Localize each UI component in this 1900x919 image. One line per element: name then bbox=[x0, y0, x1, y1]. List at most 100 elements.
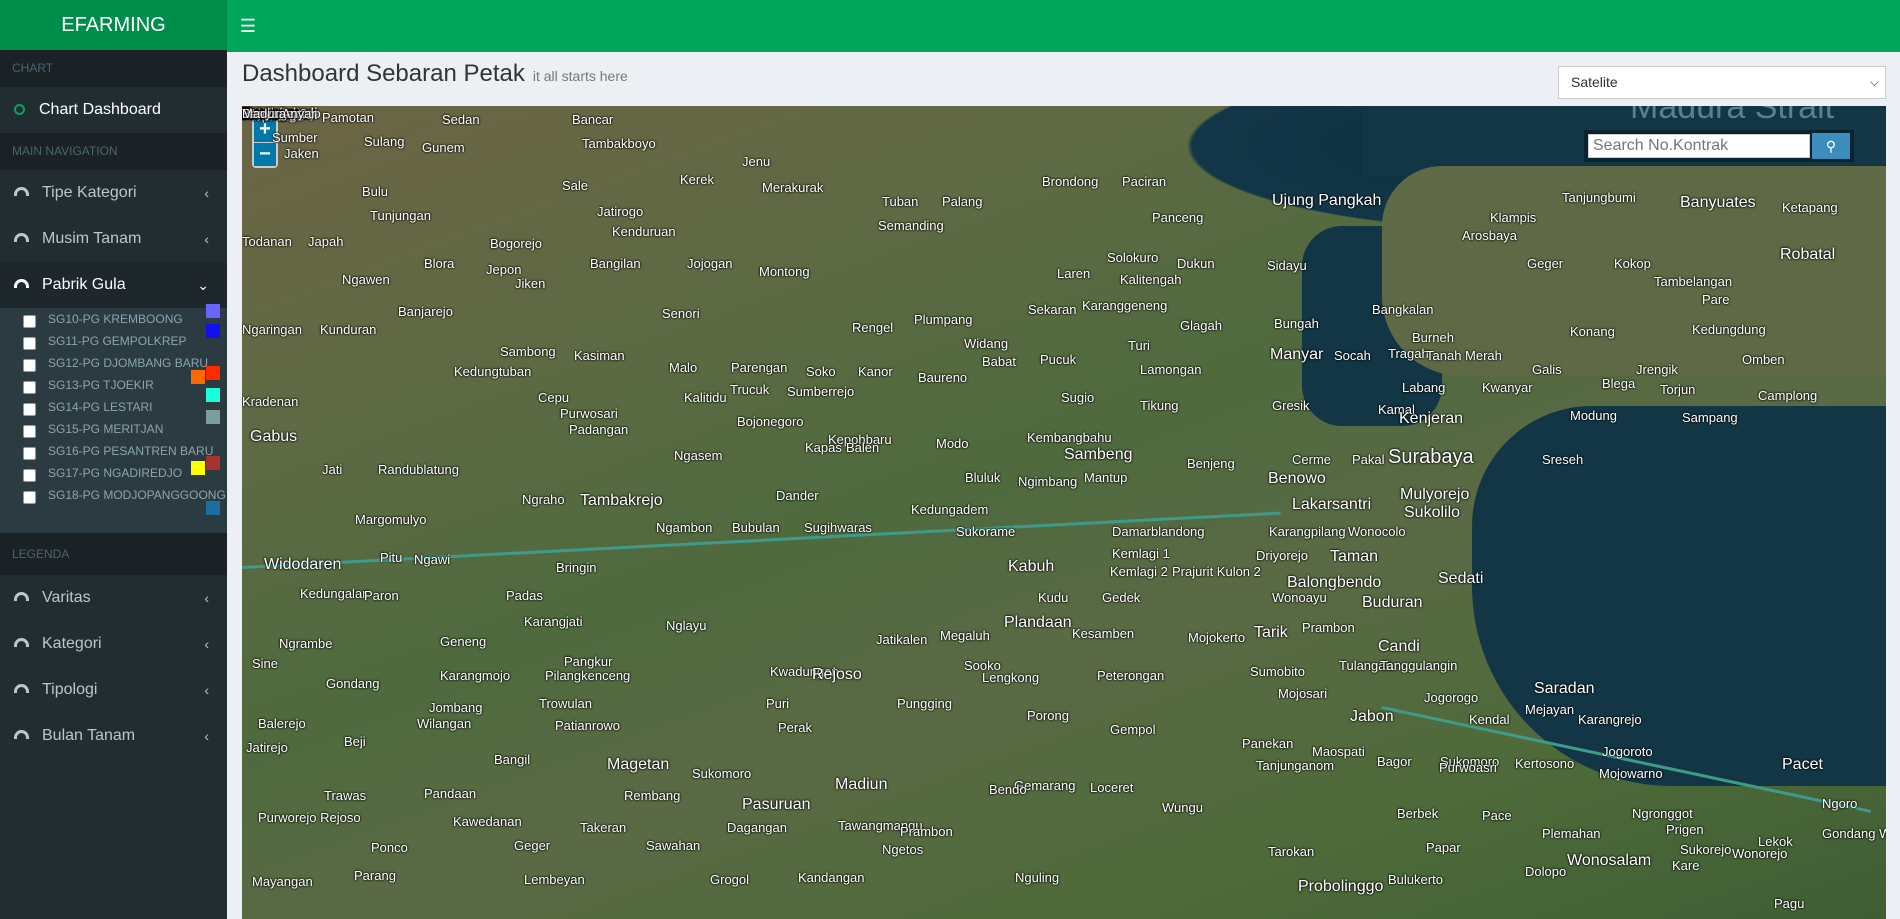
checkbox[interactable] bbox=[23, 381, 36, 394]
sidebar-item-kategori[interactable]: Kategori ‹ bbox=[0, 621, 227, 667]
sidebar-item-chart-dashboard[interactable]: Chart Dashboard bbox=[0, 87, 227, 133]
map-place-label: Lakarsantri bbox=[1292, 496, 1372, 513]
sidebar-item-tipologi[interactable]: Tipologi ‹ bbox=[0, 667, 227, 713]
map-type-select[interactable]: Satelite ⌵ bbox=[1558, 66, 1886, 99]
map-place-label: Jaken bbox=[284, 146, 319, 161]
map-place-label: Sambeng bbox=[1064, 446, 1133, 463]
map-place-label: Pucuk bbox=[1040, 352, 1077, 367]
zoom-out-button[interactable]: − bbox=[254, 142, 276, 166]
sidebar-item-pabrik-gula[interactable]: Pabrik Gula ⌄ bbox=[0, 262, 227, 308]
map-place-label: Kwanyar bbox=[1482, 380, 1533, 395]
circle-icon bbox=[14, 104, 25, 115]
map-place-label: Sukomoro bbox=[692, 766, 752, 781]
sidebar-item-label: Musim Tanam bbox=[42, 230, 142, 247]
map-place-label: Perak bbox=[778, 720, 812, 735]
color-swatch bbox=[191, 370, 205, 384]
chevron-left-icon: ‹ bbox=[204, 682, 209, 698]
sidebar-item-tipe-kategori[interactable]: Tipe Kategori ‹ bbox=[0, 170, 227, 216]
map-place-label: Gresik bbox=[1272, 398, 1310, 413]
chevron-left-icon: ‹ bbox=[204, 590, 209, 606]
map-place-label: Lengkong bbox=[982, 670, 1040, 685]
map-place-label: Kandangan bbox=[798, 870, 865, 885]
sidebar-item-bulan-tanam[interactable]: Bulan Tanam ‹ bbox=[0, 713, 227, 759]
map-place-label: Torjun bbox=[1660, 382, 1696, 397]
map-place-label: Panceng bbox=[1152, 210, 1204, 225]
map-place-label: Jepon bbox=[486, 262, 522, 277]
map-place-label: Widodaren bbox=[264, 556, 342, 573]
map-place-label: Japah bbox=[308, 234, 344, 249]
map-place-label: Margomulyo bbox=[355, 512, 427, 527]
checkbox[interactable] bbox=[23, 337, 36, 350]
list-item[interactable]: SG15-PG MERITJAN bbox=[0, 418, 227, 440]
color-swatch bbox=[206, 324, 220, 338]
page-subtitle: it all starts here bbox=[532, 68, 628, 84]
map-place-label: Blora bbox=[424, 256, 455, 271]
checkbox[interactable] bbox=[23, 403, 36, 416]
map-place-label: Gedek bbox=[1102, 590, 1141, 605]
sidebar-toggle-hamburger-icon[interactable]: ☰ bbox=[236, 14, 260, 38]
chevron-down-icon: ⌄ bbox=[197, 277, 209, 293]
list-item[interactable]: SG18-PG MODJOPANGGOONG bbox=[0, 484, 227, 506]
map-place-label: Malo bbox=[669, 360, 698, 375]
map-place-label: Bulukerto bbox=[1388, 872, 1443, 887]
map-place-label: Patianrowo bbox=[555, 718, 621, 733]
map-place-label: Grogol bbox=[710, 872, 750, 887]
list-item[interactable]: SG10-PG KREMBOONG bbox=[0, 308, 227, 330]
content-header: Dashboard Sebaran Petak it all starts her… bbox=[242, 60, 628, 100]
search-input[interactable] bbox=[1588, 134, 1810, 158]
map-place-label: Rejoso bbox=[812, 666, 862, 683]
dashboard-icon bbox=[14, 638, 29, 647]
dashboard-icon bbox=[14, 730, 29, 739]
checkbox[interactable] bbox=[23, 469, 36, 482]
list-item[interactable]: SG11-PG GEMPOLKREP bbox=[0, 330, 227, 352]
map-place-label: Porong bbox=[1027, 708, 1069, 723]
chevron-left-icon: ‹ bbox=[204, 185, 209, 201]
map-place-label: Cepu bbox=[538, 390, 570, 405]
map-place-label: Kunduran bbox=[320, 322, 377, 337]
checkbox[interactable] bbox=[23, 359, 36, 372]
map-place-label: Sukolilo bbox=[1404, 504, 1461, 521]
map-place-label: Blega bbox=[1602, 376, 1636, 391]
checkbox[interactable] bbox=[23, 491, 36, 504]
map-place-label: Bangilan bbox=[590, 256, 641, 271]
map-place-label: Sumber bbox=[272, 130, 318, 145]
map-place-label: Modo bbox=[936, 436, 969, 451]
map-place-label: Socah bbox=[1334, 348, 1371, 363]
checkbox[interactable] bbox=[23, 425, 36, 438]
sidebar-item-musim-tanam[interactable]: Musim Tanam ‹ bbox=[0, 216, 227, 262]
map-place-label: Camplong bbox=[1758, 388, 1818, 403]
map-place-label: Puri bbox=[766, 696, 790, 711]
map-place-label: Nglayu bbox=[666, 618, 707, 633]
map-search-box: ⚲ bbox=[1584, 130, 1854, 162]
map-place-label: Sedan bbox=[442, 112, 480, 127]
pabrik-gula-list: SG10-PG KREMBOONG SG11-PG GEMPOLKREP SG1… bbox=[0, 304, 227, 533]
satellite-map[interactable]: Madura Strait + − ⚲ PamotanSedanBancarSu… bbox=[242, 106, 1886, 919]
map-place-label: Kedungalar bbox=[300, 586, 367, 601]
map-place-label: Jati bbox=[322, 462, 343, 477]
map-place-label: Jogoroto bbox=[1602, 744, 1653, 759]
map-place-label: Parang bbox=[354, 868, 396, 883]
map-place-label: Ujung Pangkah bbox=[1272, 192, 1382, 209]
sidebar-item-varitas[interactable]: Varitas ‹ bbox=[0, 575, 227, 621]
dashboard-icon bbox=[14, 592, 29, 601]
map-place-label: Kasiman bbox=[574, 348, 625, 363]
map-place-label: Kedungdung bbox=[1692, 322, 1766, 337]
map-place-label: Sugihwaras bbox=[804, 520, 872, 535]
map-place-label: Solokuro bbox=[1107, 250, 1159, 265]
map-place-label: Takeran bbox=[580, 820, 627, 835]
checkbox[interactable] bbox=[23, 447, 36, 460]
list-item[interactable]: SG14-PG LESTARI bbox=[0, 396, 227, 418]
map-place-label: Geger bbox=[1527, 256, 1564, 271]
map-place-label: Merakurak bbox=[762, 180, 824, 195]
map-place-label: Purwosari bbox=[560, 406, 618, 421]
map-place-label: Bogorejo bbox=[490, 236, 543, 251]
chevron-left-icon: ‹ bbox=[204, 636, 209, 652]
map-place-label: Palang bbox=[942, 194, 983, 209]
map-place-label: Candi bbox=[1378, 638, 1420, 655]
map-place-label: Arosbaya bbox=[1462, 228, 1517, 243]
list-item[interactable]: SG16-PG PESANTREN BARU bbox=[0, 440, 227, 462]
map-place-label: Kradenan bbox=[242, 394, 299, 409]
search-button[interactable]: ⚲ bbox=[1812, 133, 1850, 159]
logo[interactable]: EFARMING bbox=[0, 0, 227, 50]
checkbox[interactable] bbox=[23, 315, 36, 328]
